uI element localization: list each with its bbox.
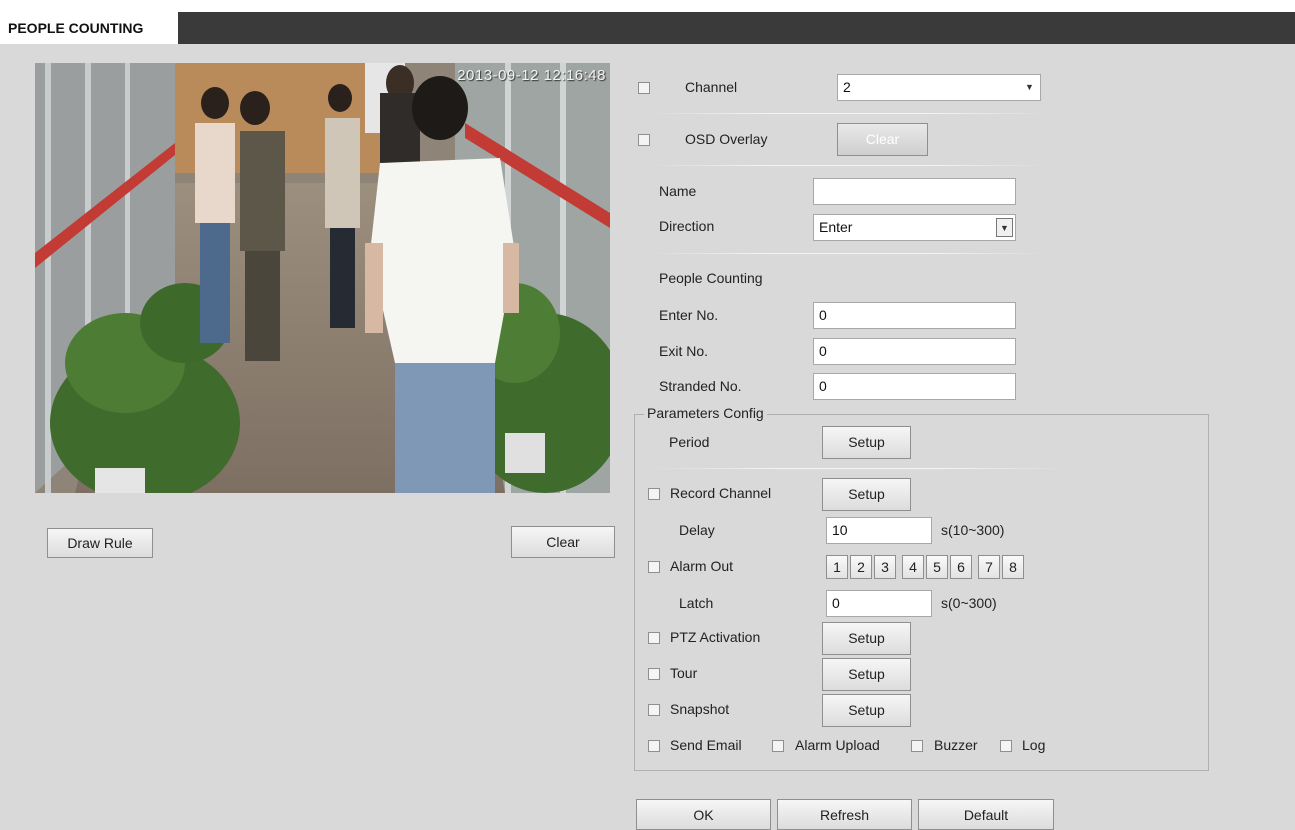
enter-no-input[interactable]: 0 bbox=[813, 302, 1016, 329]
osd-clear-button[interactable]: Clear bbox=[837, 123, 928, 156]
name-input[interactable] bbox=[813, 178, 1016, 205]
top-margin bbox=[0, 0, 1295, 12]
ptz-setup-button[interactable]: Setup bbox=[822, 622, 911, 655]
delay-range-label: s(10~300) bbox=[941, 522, 1005, 538]
delay-input[interactable]: 10 bbox=[826, 517, 932, 544]
buzzer-checkbox[interactable] bbox=[911, 740, 923, 752]
send-email-label: Send Email bbox=[670, 737, 742, 753]
chevron-down-icon: ▼ bbox=[996, 218, 1013, 237]
ptz-activation-label: PTZ Activation bbox=[670, 629, 761, 645]
direction-value: Enter bbox=[819, 219, 853, 235]
title-tab: PEOPLE COUNTING bbox=[0, 12, 178, 44]
tour-checkbox[interactable] bbox=[648, 668, 660, 680]
clear-rule-button[interactable]: Clear bbox=[511, 526, 615, 558]
video-preview[interactable]: 2013-09-12 12:16:48 bbox=[35, 63, 610, 493]
channel-checkbox[interactable] bbox=[638, 82, 650, 94]
stranded-no-input[interactable]: 0 bbox=[813, 373, 1016, 400]
tour-label: Tour bbox=[670, 665, 698, 681]
video-timestamp: 2013-09-12 12:16:48 bbox=[457, 67, 606, 84]
delay-label: Delay bbox=[679, 522, 715, 538]
direction-select[interactable]: Enter ▼ bbox=[813, 214, 1016, 241]
alarm-out-7-button[interactable]: 7 bbox=[978, 555, 1000, 579]
draw-rule-button[interactable]: Draw Rule bbox=[47, 528, 153, 558]
chevron-down-icon: ▼ bbox=[1025, 82, 1034, 92]
log-checkbox[interactable] bbox=[1000, 740, 1012, 752]
refresh-button[interactable]: Refresh bbox=[777, 799, 912, 830]
channel-value: 2 bbox=[843, 79, 851, 95]
divider bbox=[650, 468, 1070, 469]
record-setup-button[interactable]: Setup bbox=[822, 478, 911, 511]
page-title: PEOPLE COUNTING bbox=[8, 20, 144, 36]
name-label: Name bbox=[659, 183, 697, 199]
title-bar bbox=[0, 12, 1295, 44]
period-setup-button[interactable]: Setup bbox=[822, 426, 911, 459]
exit-no-label: Exit No. bbox=[659, 343, 709, 359]
snapshot-setup-button[interactable]: Setup bbox=[822, 694, 911, 727]
alarm-out-5-button[interactable]: 5 bbox=[926, 555, 948, 579]
log-label: Log bbox=[1022, 737, 1046, 753]
ok-button[interactable]: OK bbox=[636, 799, 771, 830]
osd-overlay-label: OSD Overlay bbox=[685, 131, 768, 147]
stranded-no-label: Stranded No. bbox=[659, 378, 742, 394]
record-channel-checkbox[interactable] bbox=[648, 488, 660, 500]
record-channel-label: Record Channel bbox=[670, 485, 772, 501]
exit-no-input[interactable]: 0 bbox=[813, 338, 1016, 365]
channel-label: Channel bbox=[685, 79, 738, 95]
send-email-checkbox[interactable] bbox=[648, 740, 660, 752]
divider bbox=[648, 113, 1048, 114]
direction-label: Direction bbox=[659, 218, 715, 234]
channel-select[interactable]: 2 ▼ bbox=[837, 74, 1041, 101]
enter-no-label: Enter No. bbox=[659, 307, 719, 323]
default-button[interactable]: Default bbox=[918, 799, 1054, 830]
osd-overlay-checkbox[interactable] bbox=[638, 134, 650, 146]
tour-setup-button[interactable]: Setup bbox=[822, 658, 911, 691]
alarm-out-3-button[interactable]: 3 bbox=[874, 555, 896, 579]
alarm-out-2-button[interactable]: 2 bbox=[850, 555, 872, 579]
divider bbox=[648, 165, 1048, 166]
alarm-upload-checkbox[interactable] bbox=[772, 740, 784, 752]
snapshot-checkbox[interactable] bbox=[648, 704, 660, 716]
video-frame-image bbox=[35, 63, 610, 493]
latch-input[interactable]: 0 bbox=[826, 590, 932, 617]
alarm-out-1-button[interactable]: 1 bbox=[826, 555, 848, 579]
alarm-out-checkbox[interactable] bbox=[648, 561, 660, 573]
latch-range-label: s(0~300) bbox=[941, 595, 997, 611]
divider bbox=[648, 253, 1048, 254]
alarm-out-6-button[interactable]: 6 bbox=[950, 555, 972, 579]
people-counting-label: People Counting bbox=[659, 270, 763, 286]
latch-label: Latch bbox=[679, 595, 714, 611]
buzzer-label: Buzzer bbox=[934, 737, 978, 753]
alarm-out-8-button[interactable]: 8 bbox=[1002, 555, 1024, 579]
ptz-activation-checkbox[interactable] bbox=[648, 632, 660, 644]
alarm-out-label: Alarm Out bbox=[670, 558, 734, 574]
snapshot-label: Snapshot bbox=[670, 701, 730, 717]
alarm-upload-label: Alarm Upload bbox=[795, 737, 880, 753]
period-label: Period bbox=[669, 434, 710, 450]
parameters-config-legend: Parameters Config bbox=[644, 405, 767, 421]
alarm-out-4-button[interactable]: 4 bbox=[902, 555, 924, 579]
